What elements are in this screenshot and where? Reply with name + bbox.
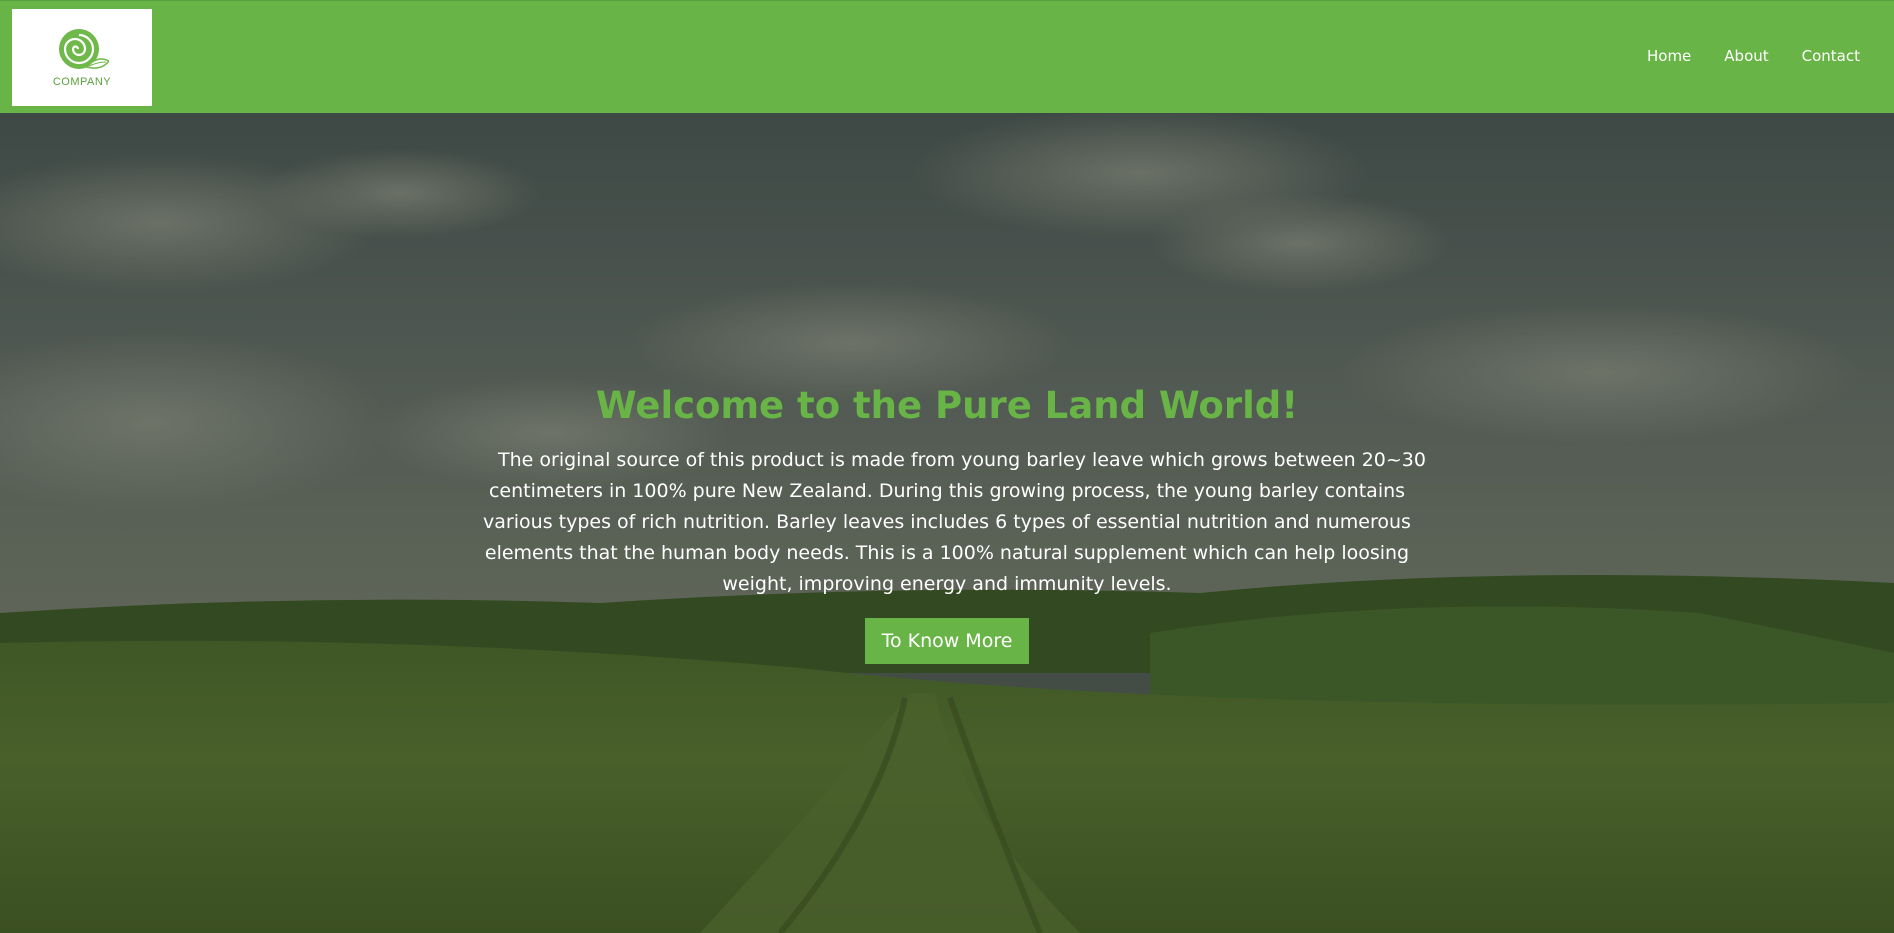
company-logo[interactable]: COMPANY: [12, 9, 152, 106]
logo-text: COMPANY: [52, 76, 112, 88]
to-know-more-button[interactable]: To Know More: [864, 618, 1030, 664]
main-nav: Home About Contact: [1647, 47, 1860, 65]
hero-section: Welcome to the Pure Land World! The orig…: [0, 113, 1894, 933]
nav-about-link[interactable]: About: [1724, 47, 1768, 65]
nav-home-link[interactable]: Home: [1647, 47, 1691, 65]
hero-title: Welcome to the Pure Land World!: [595, 384, 1299, 427]
hero-description: The original source of this product is m…: [483, 449, 1426, 595]
hero-content: Welcome to the Pure Land World! The orig…: [0, 383, 1894, 664]
nav-contact-link[interactable]: Contact: [1802, 47, 1860, 65]
site-header: COMPANY Home About Contact: [0, 0, 1894, 113]
spiral-leaf-logo-icon: [59, 29, 109, 69]
